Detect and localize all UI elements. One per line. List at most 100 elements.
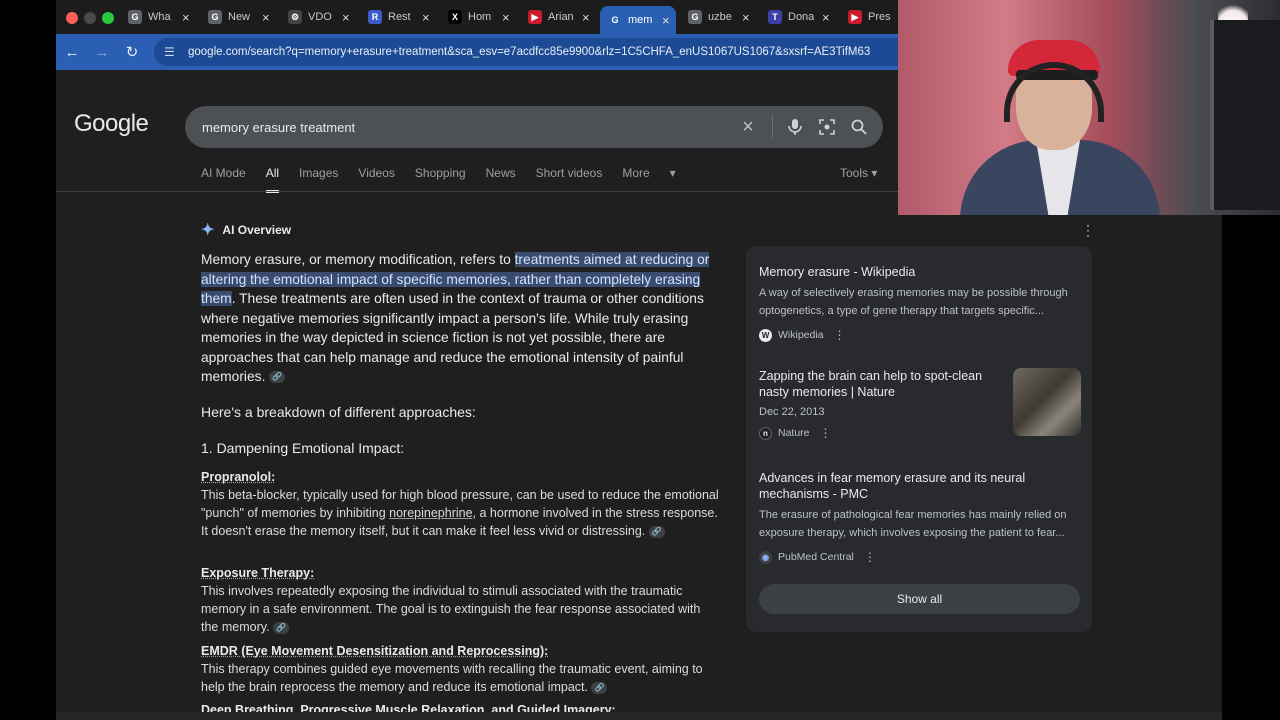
tab-close-icon[interactable]: × <box>502 10 510 25</box>
microphone-icon[interactable] <box>779 111 811 143</box>
tab-title: Pres <box>868 11 891 23</box>
maximize-window-button[interactable] <box>102 12 114 24</box>
browser-tab[interactable]: T Dona × <box>760 4 836 30</box>
tab-title: Wha <box>148 11 171 23</box>
back-arrow-icon[interactable]: ← <box>58 38 86 66</box>
more-options-icon[interactable]: ⋮ <box>820 426 832 440</box>
search-box[interactable]: memory erasure treatment × <box>185 106 883 148</box>
more-options-icon[interactable]: ⋮ <box>864 550 876 564</box>
source-site: W Wikipedia ⋮ <box>759 328 1081 342</box>
source-thumbnail[interactable] <box>1013 368 1081 436</box>
browser-tab[interactable]: G Wha × <box>120 4 196 30</box>
tab-close-icon[interactable]: × <box>822 10 830 25</box>
ai-overview-intro: Memory erasure, or memory modification, … <box>201 250 719 387</box>
tab-favicon-icon: ▶ <box>528 10 542 24</box>
browser-tab[interactable]: ⚙ VDO × <box>280 4 356 30</box>
webcam-overlay <box>898 0 1280 215</box>
source-site-name: PubMed Central <box>778 551 854 563</box>
intro-text-rest: . These treatments are often used in the… <box>201 291 704 384</box>
tab-title: mem <box>628 14 653 26</box>
tab-favicon-icon: G <box>608 13 622 27</box>
ai-overview-heading: ✦ AI Overview <box>201 220 291 240</box>
minimize-window-button[interactable] <box>84 12 96 24</box>
tab-close-icon[interactable]: × <box>742 10 750 25</box>
tab-close-icon[interactable]: × <box>342 10 350 25</box>
tab-close-icon[interactable]: × <box>422 10 430 25</box>
browser-tab[interactable]: ▶ Arian × <box>520 4 596 30</box>
caret-down-icon: ▾ <box>871 166 878 180</box>
source-title[interactable]: Advances in fear memory erasure and its … <box>759 470 1081 502</box>
tab-close-icon[interactable]: × <box>582 10 590 25</box>
tools-label: Tools <box>840 166 869 180</box>
item-title-emdr[interactable]: EMDR (Eye Movement Desensitization and R… <box>201 644 548 658</box>
more-options-icon[interactable]: ⋮ <box>1081 222 1095 239</box>
sources-panel: Memory erasure - Wikipedia A way of sele… <box>746 246 1092 632</box>
item-text-exposure: This involves repeatedly exposing the in… <box>201 582 721 636</box>
norepinephrine-link[interactable]: norepinephrine <box>389 506 472 520</box>
tab-title: VDO <box>308 11 332 23</box>
source-title[interactable]: Zapping the brain can help to spot-clean… <box>759 368 994 400</box>
intro-text: Memory erasure, or memory modification, … <box>201 252 515 267</box>
tab-title: Arian <box>548 11 574 23</box>
search-divider <box>772 115 773 139</box>
source-site: n Nature ⋮ <box>759 426 994 440</box>
background-monitor <box>1210 20 1280 210</box>
tab-close-icon[interactable]: × <box>182 10 190 25</box>
item-title-exposure[interactable]: Exposure Therapy: <box>201 566 314 580</box>
link-icon[interactable]: 🔗 <box>648 525 665 538</box>
source-card-nature[interactable]: Zapping the brain can help to spot-clean… <box>759 368 1081 440</box>
clear-search-icon[interactable]: × <box>732 111 764 143</box>
status-bar <box>56 712 1222 720</box>
google-logo[interactable]: Google <box>74 110 149 138</box>
browser-tab[interactable]: R Rest × <box>360 4 436 30</box>
tab-title: uzbe <box>708 11 732 23</box>
filter-tab-videos[interactable]: Videos <box>358 166 394 193</box>
breakdown-text: Here's a breakdown of different approach… <box>201 404 476 420</box>
source-title[interactable]: Memory erasure - Wikipedia <box>759 264 1081 280</box>
ai-overview-label: AI Overview <box>222 223 292 237</box>
link-icon[interactable]: 🔗 <box>273 621 290 634</box>
search-input[interactable]: memory erasure treatment <box>202 120 732 135</box>
item-text-propranolol: This beta-blocker, typically used for hi… <box>201 486 721 540</box>
tab-title: Rest <box>388 11 411 23</box>
caret-down-icon: ▾ <box>669 166 676 180</box>
tab-close-icon[interactable]: × <box>662 13 670 28</box>
nature-icon: n <box>759 426 772 440</box>
browser-tab[interactable]: X Hom × <box>440 4 516 30</box>
source-card-wikipedia[interactable]: Memory erasure - Wikipedia A way of sele… <box>759 264 1081 342</box>
filter-tab-all[interactable]: All <box>265 166 280 193</box>
close-window-button[interactable] <box>66 12 78 24</box>
section-heading: 1. Dampening Emotional Impact: <box>201 440 405 456</box>
source-card-pmc[interactable]: Advances in fear memory erasure and its … <box>759 470 1081 564</box>
search-icon[interactable] <box>843 111 875 143</box>
link-icon[interactable]: 🔗 <box>591 681 608 694</box>
wikipedia-icon: W <box>759 328 772 342</box>
show-all-button[interactable]: Show all <box>759 584 1080 614</box>
url-text: google.com/search?q=memory+erasure+treat… <box>188 46 871 58</box>
browser-tab[interactable]: G New × <box>200 4 276 30</box>
filter-tab-short-videos[interactable]: Short videos <box>536 166 603 193</box>
filter-tab-more[interactable]: More <box>622 166 649 193</box>
filter-tab-ai-mode[interactable]: AI Mode <box>201 166 246 193</box>
source-site: ◉ PubMed Central ⋮ <box>759 550 1081 564</box>
link-icon[interactable]: 🔗 <box>269 371 286 384</box>
reload-icon[interactable]: ↻ <box>118 38 146 66</box>
source-site-name: Nature <box>778 427 810 439</box>
filter-tab-shopping[interactable]: Shopping <box>415 166 466 193</box>
item-text-part: This therapy combines guided eye movemen… <box>201 662 703 694</box>
tab-close-icon[interactable]: × <box>262 10 270 25</box>
tools-menu[interactable]: Tools ▾ <box>840 166 877 180</box>
search-filter-tabs: AI Mode All Images Videos Shopping News Short … <box>201 166 676 193</box>
camera-search-icon[interactable] <box>811 111 843 143</box>
source-desc: The erasure of pathological fear memorie… <box>759 509 1067 539</box>
tab-favicon-icon: T <box>768 10 782 24</box>
site-info-icon[interactable]: ☰ <box>164 45 180 59</box>
forward-arrow-icon[interactable]: → <box>88 38 116 66</box>
browser-tab[interactable]: Gmem × <box>600 6 676 34</box>
filter-tab-images[interactable]: Images <box>299 166 338 193</box>
tab-title: New <box>228 11 251 23</box>
item-title-propranolol[interactable]: Propranolol: <box>201 470 275 484</box>
browser-tab[interactable]: Guzbe × <box>680 4 756 30</box>
more-options-icon[interactable]: ⋮ <box>834 328 846 342</box>
filter-tab-news[interactable]: News <box>486 166 516 193</box>
